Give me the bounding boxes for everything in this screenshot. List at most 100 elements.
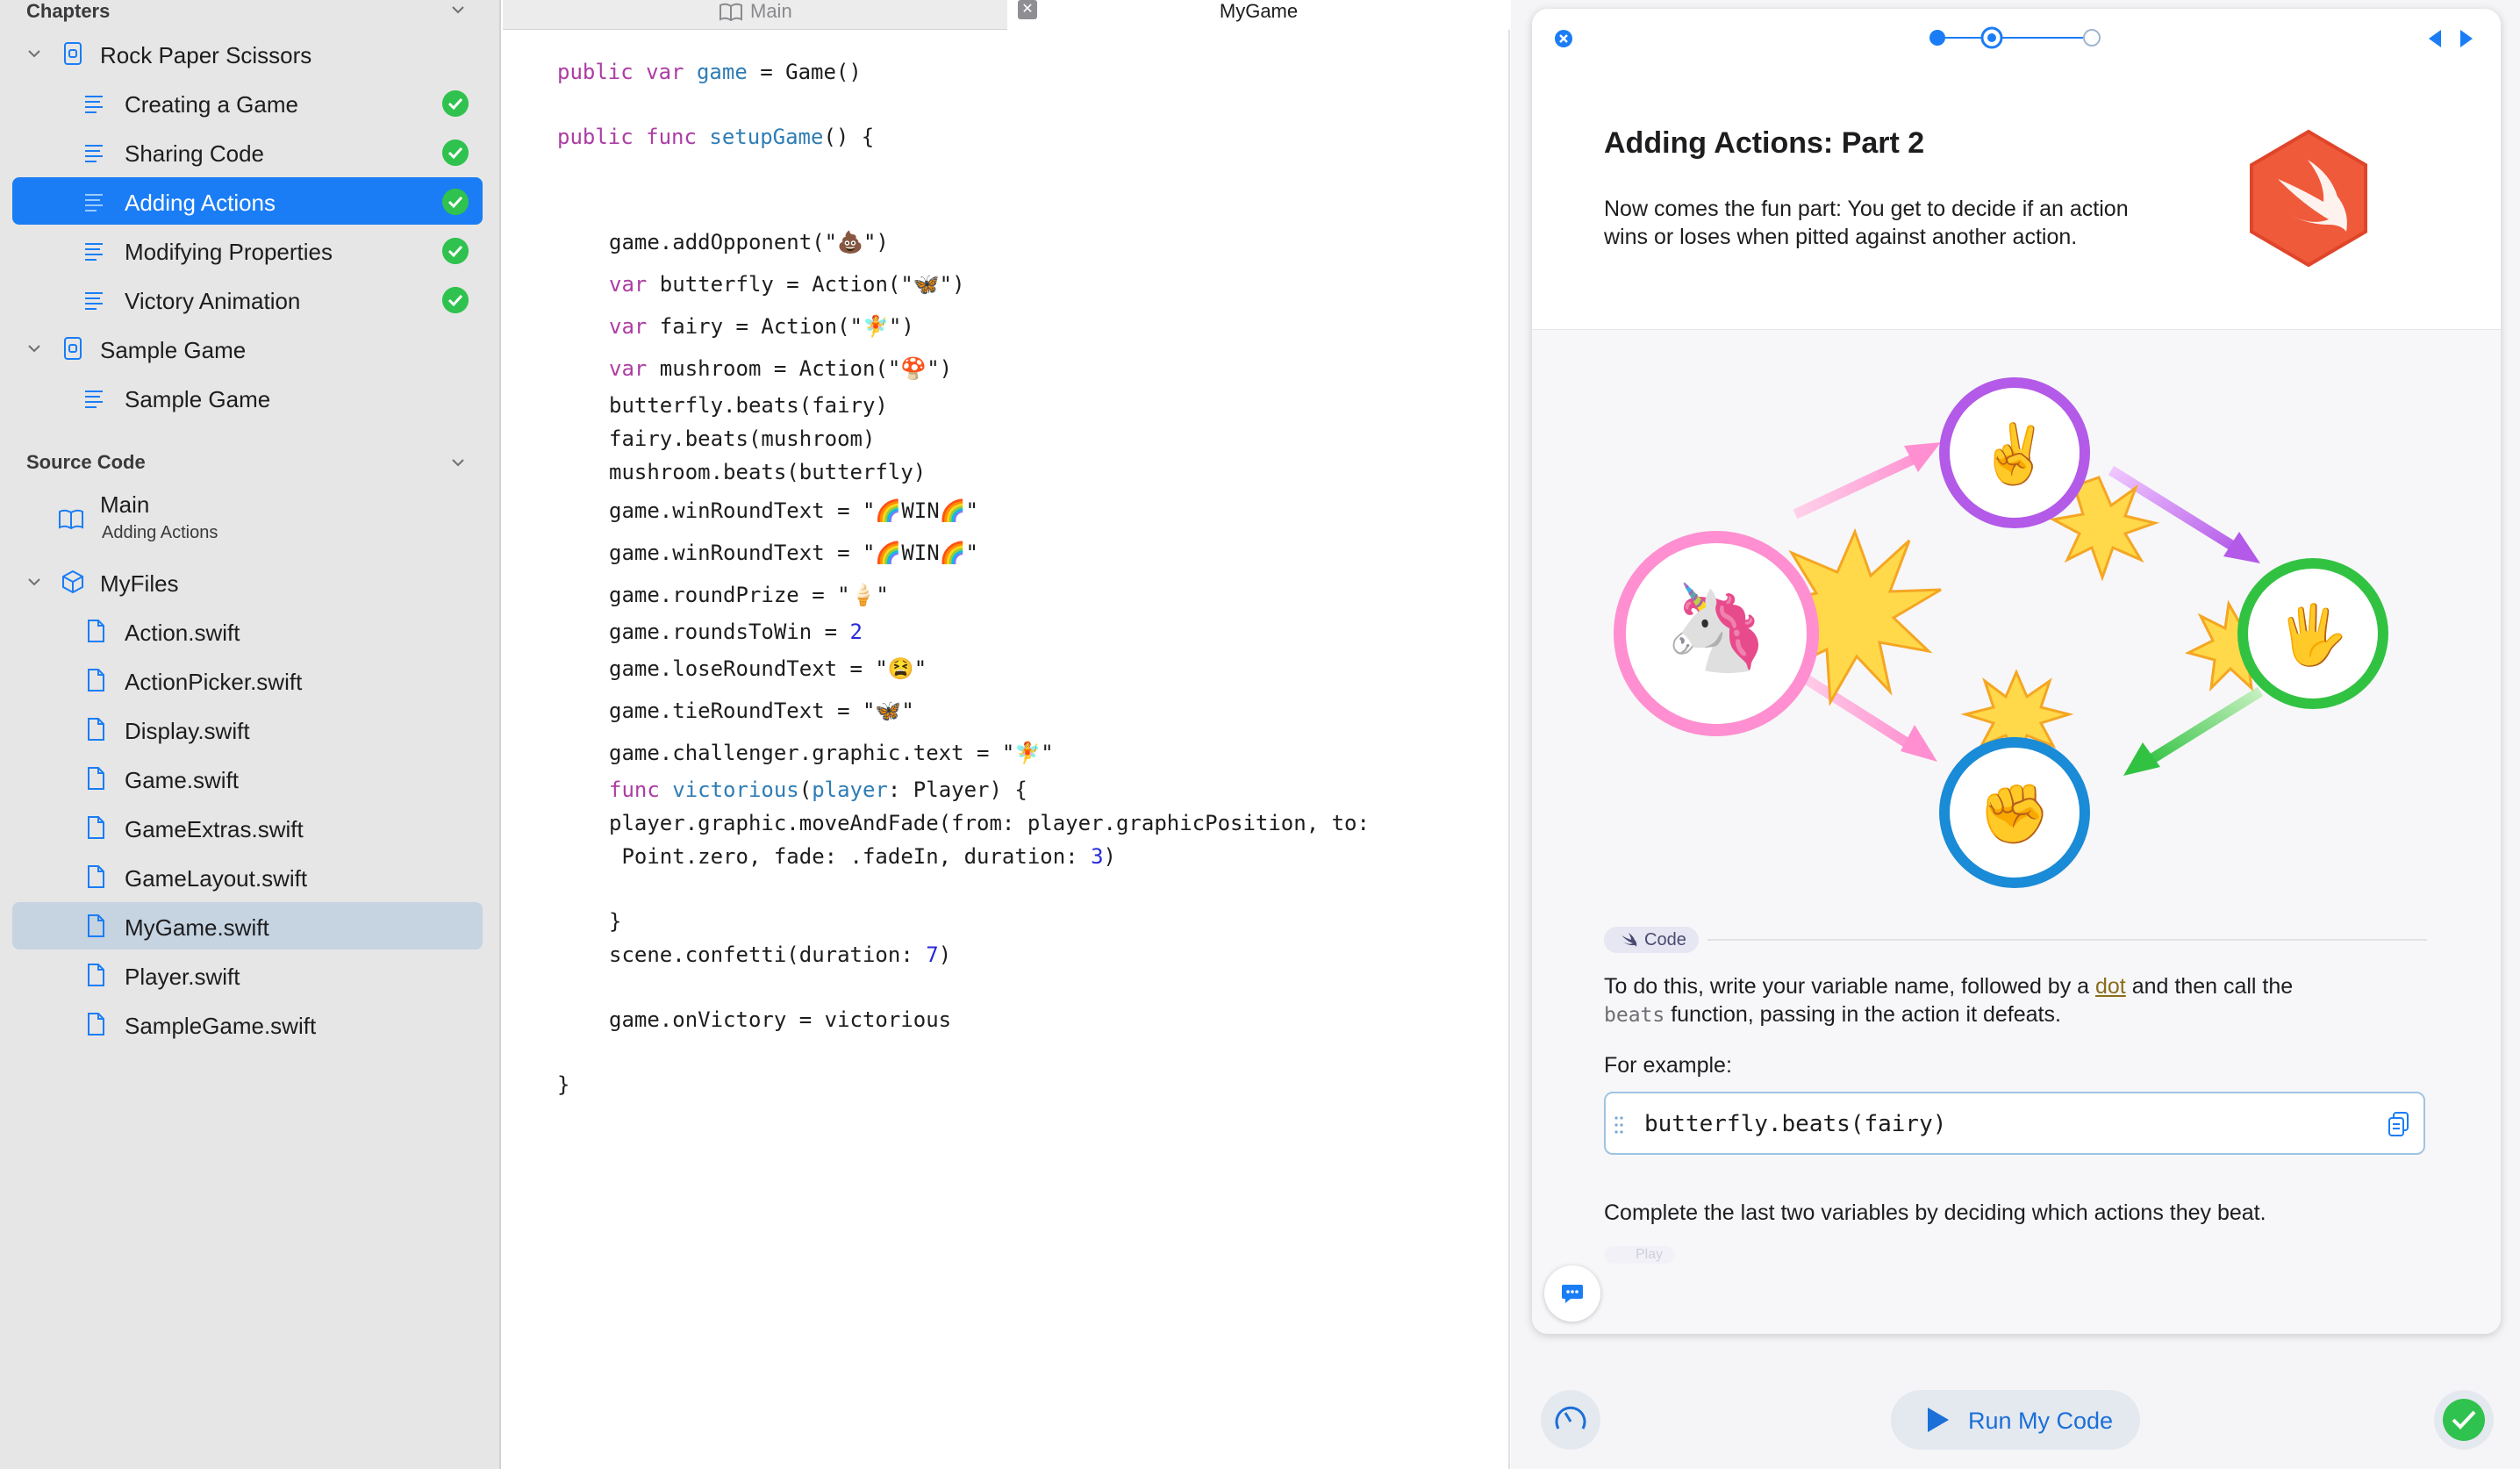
para-text: To do this, write your variable name, fo… — [1604, 974, 2095, 999]
chapters-header[interactable]: Chapters — [26, 0, 110, 23]
file-label: GameLayout.swift — [125, 865, 308, 892]
sidebar-book-sample-game[interactable]: Sample Game — [12, 325, 483, 372]
sidebar-item-label: Modifying Properties — [125, 239, 333, 265]
file-item[interactable]: MyGame.swift — [12, 902, 483, 949]
previous-page-icon[interactable] — [2425, 28, 2445, 49]
guide-card: Adding Actions: Part 2 Now comes the fun… — [1532, 9, 2501, 1334]
file-label: Action.swift — [125, 620, 240, 646]
file-label: SampleGame.swift — [125, 1013, 317, 1039]
rock-paper-scissors-diagram: 🦄 ✌️ 🖐️ ✊ — [1614, 377, 2388, 888]
file-item[interactable]: Game.swift — [12, 755, 483, 802]
sidebar-item-main[interactable]: Main Adding Actions — [12, 488, 483, 549]
file-item[interactable]: ActionPicker.swift — [12, 656, 483, 704]
file-item[interactable]: Player.swift — [12, 951, 483, 999]
example-code-text: butterfly.beats(fairy) — [1644, 1111, 1947, 1137]
code-line: } — [557, 1072, 570, 1097]
instruction-paragraph: To do this, write your variable name, fo… — [1604, 972, 2394, 1029]
code-line: } — [609, 909, 622, 934]
guide-body: 🦄 ✌️ 🖐️ ✊ Code To do this, write your va… — [1532, 330, 2501, 1334]
divider — [1707, 939, 2427, 941]
sidebar-item-adding-actions[interactable]: Adding Actions — [12, 177, 483, 225]
page-title: Adding Actions: Part 2 — [1604, 126, 1925, 160]
sidebar-item-label: Adding Actions — [125, 190, 276, 216]
code-line: var mushroom = Action("🍄") — [609, 356, 953, 381]
sidebar-item-label: Victory Animation — [125, 288, 301, 314]
page-lines-icon — [85, 292, 103, 310]
for-example-label: For example: — [1604, 1053, 1732, 1078]
completed-check-icon — [442, 238, 469, 264]
code-line: fairy.beats(mushroom) — [609, 426, 876, 451]
chevron-down-icon[interactable] — [450, 2, 466, 18]
sidebar-folder-myfiles[interactable]: MyFiles — [12, 558, 483, 606]
chevron-down-icon[interactable] — [450, 455, 466, 470]
page-progress-indicator[interactable] — [1929, 25, 2101, 51]
code-section-chip: Code — [1604, 927, 1699, 953]
run-my-code-button[interactable]: Run My Code — [1891, 1390, 2140, 1450]
code-line: player.graphic.moveAndFade(from: player.… — [609, 811, 1370, 835]
page-lines-icon — [85, 145, 103, 162]
disclosure-open-icon[interactable] — [26, 574, 42, 590]
file-icon — [88, 1013, 104, 1035]
speed-gauge-button[interactable] — [1541, 1390, 1600, 1450]
completed-check-icon — [442, 287, 469, 313]
code-line: var butterfly = Action("🦋") — [609, 272, 965, 297]
sidebar: Chapters Rock Paper Scissors Creating a … — [0, 0, 501, 1469]
next-page-icon[interactable] — [2457, 28, 2476, 49]
source-code-header[interactable]: Source Code — [26, 451, 146, 474]
play-icon — [1928, 1408, 1949, 1432]
sidebar-item-sublabel: Adding Actions — [102, 523, 218, 542]
sidebar-item-sample-game[interactable]: Sample Game — [12, 374, 483, 421]
sidebar-item-label: Sample Game — [100, 337, 247, 363]
code-line: public func setupGame() { — [557, 125, 875, 149]
sidebar-item-label: Main — [100, 491, 150, 518]
close-guide-icon[interactable] — [1553, 28, 1574, 49]
file-icon — [88, 718, 104, 741]
page-complete-button[interactable] — [2434, 1390, 2494, 1450]
sidebar-item-creating-a-game[interactable]: Creating a Game — [12, 79, 483, 126]
sidebar-item-victory-animation[interactable]: Victory Animation — [12, 276, 483, 323]
tab-label: MyGame — [1219, 0, 1299, 22]
file-label: Game.swift — [125, 767, 240, 793]
tab-main[interactable]: Main — [503, 0, 1007, 30]
file-icon — [88, 816, 104, 839]
glossary-link-dot[interactable]: dot — [2095, 974, 2126, 999]
swift-bird-icon — [1622, 933, 1637, 947]
package-cube-icon — [62, 570, 83, 594]
completed-check-icon — [442, 189, 469, 215]
file-item[interactable]: SampleGame.swift — [12, 1000, 483, 1048]
sidebar-book-rock-paper-scissors[interactable]: Rock Paper Scissors — [12, 30, 483, 77]
file-item[interactable]: GameExtras.swift — [12, 804, 483, 851]
tab-label: Main — [750, 0, 792, 22]
code-line: game.roundPrize = "🍦" — [609, 583, 889, 607]
completed-check-icon — [442, 90, 469, 117]
tab-mygame[interactable]: ✕ MyGame — [1007, 0, 1510, 30]
fist-emoji: ✊ — [1979, 781, 2051, 849]
gauge-icon — [1555, 1406, 1586, 1430]
file-icon — [88, 914, 104, 937]
editor-tab-bar: Main ✕ MyGame — [503, 0, 1510, 30]
example-code-block[interactable]: butterfly.beats(fairy) — [1604, 1092, 2425, 1155]
book-document-icon — [64, 337, 82, 360]
copy-icon[interactable] — [2387, 1111, 2411, 1139]
page-lines-icon — [85, 391, 103, 408]
sidebar-item-label: Sample Game — [125, 386, 271, 412]
file-icon — [88, 964, 104, 986]
page-lines-icon — [85, 243, 103, 261]
file-item[interactable]: Action.swift — [12, 607, 483, 655]
file-label: MyGame.swift — [125, 914, 269, 941]
page-lines-icon — [85, 96, 103, 113]
file-icon — [88, 767, 104, 790]
file-item[interactable]: GameLayout.swift — [12, 853, 483, 900]
file-item[interactable]: Display.swift — [12, 706, 483, 753]
completed-check-icon — [442, 140, 469, 166]
code-line: game.tieRoundText = "🦋" — [609, 699, 914, 723]
sidebar-item-sharing-code[interactable]: Sharing Code — [12, 128, 483, 176]
raised-hand-emoji: 🖐️ — [2277, 600, 2349, 671]
chat-button[interactable] — [1544, 1265, 1600, 1322]
file-icon — [88, 865, 104, 888]
code-line: scene.confetti(duration: 7) — [609, 942, 952, 967]
sidebar-item-modifying-properties[interactable]: Modifying Properties — [12, 226, 483, 274]
disclosure-open-icon[interactable] — [26, 46, 42, 61]
drag-handle-icon[interactable] — [1614, 1114, 1623, 1136]
disclosure-open-icon[interactable] — [26, 340, 42, 356]
